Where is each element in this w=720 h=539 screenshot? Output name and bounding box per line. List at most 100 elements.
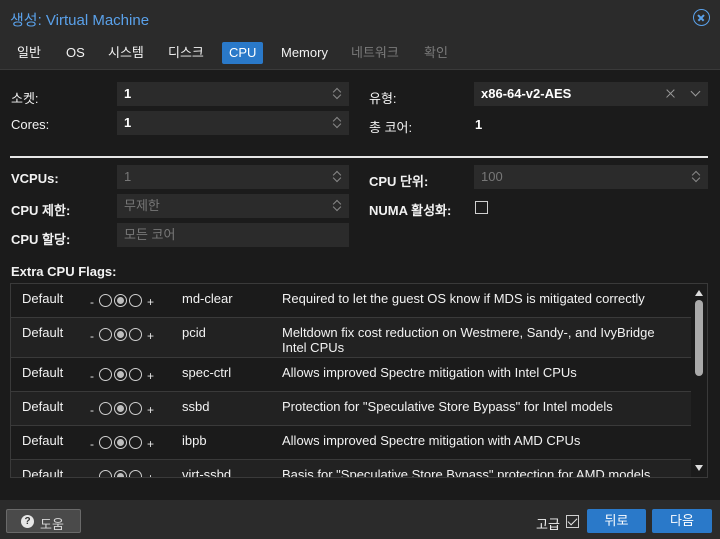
flag-description: Basis for "Speculative Store Bypass" pro… bbox=[282, 467, 651, 478]
plus-label: + bbox=[147, 295, 155, 309]
radio-on-icon[interactable] bbox=[129, 294, 142, 307]
radio-off-icon[interactable] bbox=[99, 294, 112, 307]
radio-default-icon[interactable] bbox=[114, 470, 127, 477]
clear-icon[interactable] bbox=[665, 88, 677, 100]
radio-on-icon[interactable] bbox=[129, 436, 142, 449]
spinner-arrows-icon[interactable] bbox=[333, 87, 342, 101]
sockets-value: 1 bbox=[124, 86, 132, 101]
scroll-up-icon[interactable] bbox=[695, 290, 703, 296]
scroll-down-icon[interactable] bbox=[695, 465, 703, 471]
vcpus-spinner[interactable]: 1 bbox=[117, 165, 349, 189]
plus-label: + bbox=[147, 437, 155, 451]
window-titlebar: 생성: Virtual Machine bbox=[0, 0, 720, 36]
radio-on-icon[interactable] bbox=[129, 328, 142, 341]
numa-checkbox[interactable] bbox=[475, 201, 488, 214]
plus-label: + bbox=[147, 369, 155, 383]
numa-label: NUMA 활성화: bbox=[369, 203, 452, 218]
flag-toggle[interactable]: - + bbox=[90, 366, 160, 383]
radio-on-icon[interactable] bbox=[129, 470, 142, 477]
tab-os[interactable]: OS bbox=[59, 42, 92, 64]
back-button-label: 뒤로 bbox=[604, 513, 629, 528]
table-row: Default - + pcid Meltdown fix cost reduc… bbox=[11, 318, 692, 358]
flag-description: Allows improved Spectre mitigation with … bbox=[282, 365, 577, 380]
sockets-spinner[interactable]: 1 bbox=[117, 82, 349, 106]
tab-disks[interactable]: 디스크 bbox=[161, 42, 211, 64]
cpu-limit-spinner[interactable]: 무제한 bbox=[117, 194, 349, 218]
radio-default-icon[interactable] bbox=[114, 368, 127, 381]
advanced-checkbox[interactable] bbox=[566, 515, 579, 528]
vcpus-label: VCPUs: bbox=[11, 171, 59, 186]
table-row: Default - + virt-ssbd Basis for "Specula… bbox=[11, 460, 692, 478]
question-icon: ? bbox=[21, 515, 34, 528]
flags-scrollbar[interactable] bbox=[691, 284, 707, 477]
help-button[interactable]: ? 도움 bbox=[6, 509, 81, 533]
radio-default-icon[interactable] bbox=[114, 328, 127, 341]
minus-label: - bbox=[90, 295, 94, 309]
cpu-units-spinner[interactable]: 100 bbox=[474, 165, 708, 189]
cpu-units-value: 100 bbox=[481, 169, 503, 184]
minus-label: - bbox=[90, 403, 94, 417]
radio-default-icon[interactable] bbox=[114, 402, 127, 415]
radio-off-icon[interactable] bbox=[99, 470, 112, 477]
next-button[interactable]: 다음 bbox=[652, 509, 712, 533]
flag-name: spec-ctrl bbox=[182, 365, 232, 380]
next-button-label: 다음 bbox=[670, 513, 694, 528]
cpu-affinity-placeholder: 모든 코어 bbox=[124, 227, 176, 242]
vcpus-value: 1 bbox=[124, 169, 132, 184]
spinner-arrows-icon[interactable] bbox=[333, 116, 342, 130]
tab-confirm: 확인 bbox=[424, 45, 448, 60]
cpu-units-label: CPU 단위: bbox=[369, 174, 429, 189]
cores-spinner[interactable]: 1 bbox=[117, 111, 349, 135]
table-row: Default - + ssbd Protection for "Specula… bbox=[11, 392, 692, 426]
flag-toggle[interactable]: - + bbox=[90, 400, 160, 417]
spinner-arrows-icon[interactable] bbox=[692, 170, 701, 184]
table-row: Default - + md-clear Required to let the… bbox=[11, 284, 692, 318]
flag-name: md-clear bbox=[182, 291, 233, 306]
radio-default-icon[interactable] bbox=[114, 294, 127, 307]
cpu-affinity-label: CPU 할당: bbox=[11, 232, 71, 247]
tab-memory[interactable]: Memory bbox=[274, 42, 335, 64]
minus-label: - bbox=[90, 369, 94, 383]
flag-toggle[interactable]: - + bbox=[90, 326, 160, 343]
flag-state: Default bbox=[22, 365, 64, 380]
tab-general[interactable]: 일반 bbox=[10, 42, 48, 64]
table-row: Default - + ibpb Allows improved Spectre… bbox=[11, 426, 692, 460]
window-title: 생성: Virtual Machine bbox=[10, 12, 150, 29]
flag-description: Protection for "Speculative Store Bypass… bbox=[282, 399, 613, 414]
close-icon[interactable] bbox=[693, 9, 710, 26]
radio-off-icon[interactable] bbox=[99, 368, 112, 381]
cpu-flags-grid: Default - + md-clear Required to let the… bbox=[10, 283, 708, 478]
tab-system[interactable]: 시스템 bbox=[101, 42, 151, 64]
total-cores-value: 1 bbox=[475, 117, 483, 132]
plus-label: + bbox=[147, 471, 155, 478]
spinner-arrows-icon[interactable] bbox=[333, 199, 342, 213]
chevron-down-icon[interactable] bbox=[690, 86, 701, 97]
cores-label: Cores: bbox=[11, 117, 50, 132]
extra-flags-label: Extra CPU Flags: bbox=[11, 264, 117, 279]
dialog-footer: ? 도움 고급 뒤로 다음 bbox=[0, 500, 720, 539]
flag-state: Default bbox=[22, 325, 64, 340]
section-divider bbox=[10, 156, 708, 158]
minus-label: - bbox=[90, 437, 94, 451]
back-button[interactable]: 뒤로 bbox=[587, 509, 646, 533]
radio-off-icon[interactable] bbox=[99, 436, 112, 449]
flag-state: Default bbox=[22, 433, 64, 448]
radio-on-icon[interactable] bbox=[129, 402, 142, 415]
cpu-type-value: x86-64-v2-AES bbox=[481, 86, 572, 101]
cpu-affinity-input[interactable]: 모든 코어 bbox=[117, 223, 349, 247]
spinner-arrows-icon[interactable] bbox=[333, 170, 342, 184]
radio-off-icon[interactable] bbox=[99, 402, 112, 415]
total-cores-label: 총 코어: bbox=[369, 120, 413, 135]
table-row: Default - + spec-ctrl Allows improved Sp… bbox=[11, 358, 692, 392]
cpu-type-select[interactable]: x86-64-v2-AES bbox=[474, 82, 708, 106]
flag-description: Allows improved Spectre mitigation with … bbox=[282, 433, 581, 448]
flag-toggle[interactable]: - + bbox=[90, 292, 160, 309]
flag-toggle[interactable]: - + bbox=[90, 468, 160, 478]
flag-toggle[interactable]: - + bbox=[90, 434, 160, 451]
radio-on-icon[interactable] bbox=[129, 368, 142, 381]
tab-network: 네트워크 bbox=[351, 45, 399, 60]
tab-cpu[interactable]: CPU bbox=[222, 42, 264, 64]
radio-default-icon[interactable] bbox=[114, 436, 127, 449]
scroll-thumb[interactable] bbox=[695, 300, 703, 376]
radio-off-icon[interactable] bbox=[99, 328, 112, 341]
